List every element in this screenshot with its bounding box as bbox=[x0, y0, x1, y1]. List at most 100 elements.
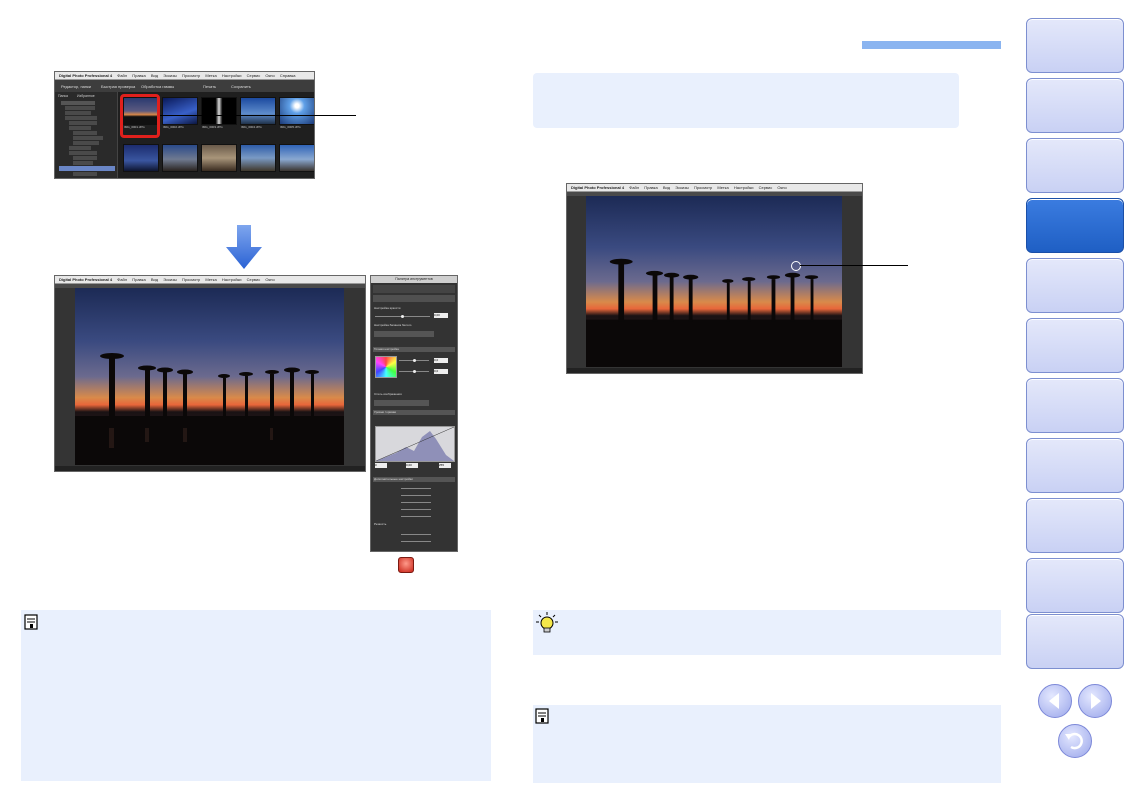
thumbnail[interactable] bbox=[201, 144, 237, 172]
prev-page-button[interactable] bbox=[1038, 684, 1072, 718]
picture-style-select[interactable] bbox=[374, 400, 429, 406]
thumbnail[interactable] bbox=[240, 97, 276, 125]
thumbnail[interactable] bbox=[279, 144, 314, 172]
slider[interactable] bbox=[401, 509, 431, 510]
slider[interactable] bbox=[401, 541, 431, 542]
toolbar-batch-button[interactable]: Обработка гаммы bbox=[141, 84, 174, 89]
menu-item[interactable]: Метка bbox=[205, 72, 216, 79]
arrow-down-icon bbox=[226, 225, 262, 269]
slider[interactable] bbox=[401, 516, 431, 517]
nav-tab-8[interactable] bbox=[1026, 438, 1124, 493]
thumbnail-label: IMG_0002.JPG bbox=[163, 125, 184, 129]
thumbnail[interactable] bbox=[123, 144, 159, 172]
palette-row-label: Дополнительные настройки bbox=[374, 477, 413, 481]
nav-tab-5[interactable] bbox=[1026, 258, 1124, 313]
color-wheel[interactable] bbox=[375, 356, 397, 378]
return-button[interactable] bbox=[1058, 724, 1092, 758]
toolbar-folder-button[interactable]: Редактор, папки bbox=[61, 84, 91, 89]
menu-item[interactable]: Настройки bbox=[222, 276, 242, 283]
wb-select[interactable] bbox=[374, 331, 434, 337]
edit-menubar: Digital Photo Professional 4 Файл Правка… bbox=[567, 184, 862, 192]
browser-menubar: Digital Photo Professional 4 Файл Правка… bbox=[55, 72, 314, 80]
folder-list[interactable] bbox=[57, 100, 115, 176]
menu-item[interactable]: Окно bbox=[777, 184, 786, 191]
nav-tab-2[interactable] bbox=[1026, 78, 1124, 133]
toolbar-save-button[interactable]: Сохранить bbox=[231, 84, 251, 89]
thumbnail-label: IMG_0004.JPG bbox=[241, 125, 262, 129]
palette-tabs[interactable] bbox=[373, 285, 455, 293]
slider-knob[interactable] bbox=[413, 359, 416, 362]
menu-item[interactable]: Справка bbox=[280, 72, 296, 79]
thumbnail[interactable] bbox=[279, 97, 314, 125]
menu-item[interactable]: Сервис bbox=[759, 184, 773, 191]
menu-item[interactable]: Метка bbox=[717, 184, 728, 191]
slider[interactable] bbox=[401, 502, 431, 503]
menu-item[interactable]: Сервис bbox=[247, 72, 261, 79]
callout-line bbox=[800, 265, 908, 266]
tool-palette: Палитра инструментов Настройка яркости 0… bbox=[370, 275, 458, 552]
nav-tab-7[interactable] bbox=[1026, 378, 1124, 433]
thumbnail-label: IMG_0005.JPG bbox=[280, 125, 301, 129]
menu-item[interactable]: Просмотр bbox=[182, 276, 200, 283]
menu-item[interactable]: Окно bbox=[265, 276, 274, 283]
return-icon bbox=[1065, 732, 1083, 750]
menu-item[interactable]: Просмотр bbox=[694, 184, 712, 191]
thumbnail[interactable] bbox=[162, 144, 198, 172]
menu-item[interactable]: Эскизы bbox=[163, 276, 177, 283]
section-bar bbox=[862, 41, 1001, 49]
nav-tab-3[interactable] bbox=[1026, 138, 1124, 193]
palette-row-label: Резкость bbox=[374, 522, 387, 526]
tab-favorites[interactable]: Избранное bbox=[77, 94, 95, 98]
toolbar-print-button[interactable]: Печать bbox=[203, 84, 216, 89]
slider[interactable] bbox=[401, 488, 431, 489]
menu-item[interactable]: Правка bbox=[132, 72, 146, 79]
note-box-left bbox=[21, 610, 491, 781]
nav-tab-10[interactable] bbox=[1026, 558, 1124, 613]
value-field[interactable]: 0,00 bbox=[434, 313, 448, 318]
menu-item[interactable]: Сервис bbox=[247, 276, 261, 283]
menu-item[interactable]: Вид bbox=[151, 72, 158, 79]
menu-item[interactable]: Окно bbox=[265, 72, 274, 79]
value-field[interactable]: 0 bbox=[375, 463, 387, 468]
value-field[interactable]: 0,00 bbox=[406, 463, 418, 468]
menu-item[interactable]: Файл bbox=[629, 184, 639, 191]
menu-item[interactable]: Настройки bbox=[222, 72, 242, 79]
next-page-button[interactable] bbox=[1078, 684, 1112, 718]
menu-item[interactable]: Эскизы bbox=[675, 184, 689, 191]
menu-item[interactable]: Просмотр bbox=[182, 72, 200, 79]
thumbnail[interactable] bbox=[240, 144, 276, 172]
value-field[interactable]: 255 bbox=[439, 463, 451, 468]
slider-knob[interactable] bbox=[413, 370, 416, 373]
menu-item[interactable]: Файл bbox=[117, 72, 127, 79]
menu-item[interactable]: Метка bbox=[205, 276, 216, 283]
menu-item[interactable]: Вид bbox=[151, 276, 158, 283]
edit-statusbar bbox=[55, 466, 365, 471]
value-field[interactable]: 0,0 bbox=[434, 369, 448, 374]
menu-item[interactable]: Эскизы bbox=[163, 72, 177, 79]
browser-toolbar: Редактор, папки Быстрая проверка Обработ… bbox=[55, 80, 314, 92]
thumbnail[interactable] bbox=[201, 97, 237, 125]
histogram[interactable] bbox=[375, 426, 455, 462]
menu-item[interactable]: Файл bbox=[117, 276, 127, 283]
nav-tab-9[interactable] bbox=[1026, 498, 1124, 553]
edit-window: Digital Photo Professional 4 Файл Правка… bbox=[54, 275, 366, 472]
menu-item[interactable]: Настройки bbox=[734, 184, 754, 191]
app-title: Digital Photo Professional 4 bbox=[59, 73, 113, 78]
slider-knob[interactable] bbox=[401, 315, 404, 318]
value-field[interactable]: 0,0 bbox=[434, 358, 448, 363]
slider[interactable] bbox=[401, 495, 431, 496]
nav-tab-6[interactable] bbox=[1026, 318, 1124, 373]
slider[interactable] bbox=[401, 534, 431, 535]
nav-tab-1[interactable] bbox=[1026, 18, 1124, 73]
nav-tab-11[interactable] bbox=[1026, 614, 1124, 669]
folder-tree[interactable]: Папка Избранное bbox=[55, 92, 118, 178]
nav-tab-4-active[interactable] bbox=[1026, 198, 1124, 253]
menu-item[interactable]: Вид bbox=[663, 184, 670, 191]
memo-icon bbox=[535, 708, 549, 724]
menu-item[interactable]: Правка bbox=[644, 184, 658, 191]
menu-item[interactable]: Правка bbox=[132, 276, 146, 283]
palette-subtabs[interactable] bbox=[373, 295, 455, 302]
tab-folder[interactable]: Папка bbox=[58, 94, 68, 98]
thumbnail[interactable] bbox=[162, 97, 198, 125]
toolbar-quick-check-button[interactable]: Быстрая проверка bbox=[101, 84, 135, 89]
